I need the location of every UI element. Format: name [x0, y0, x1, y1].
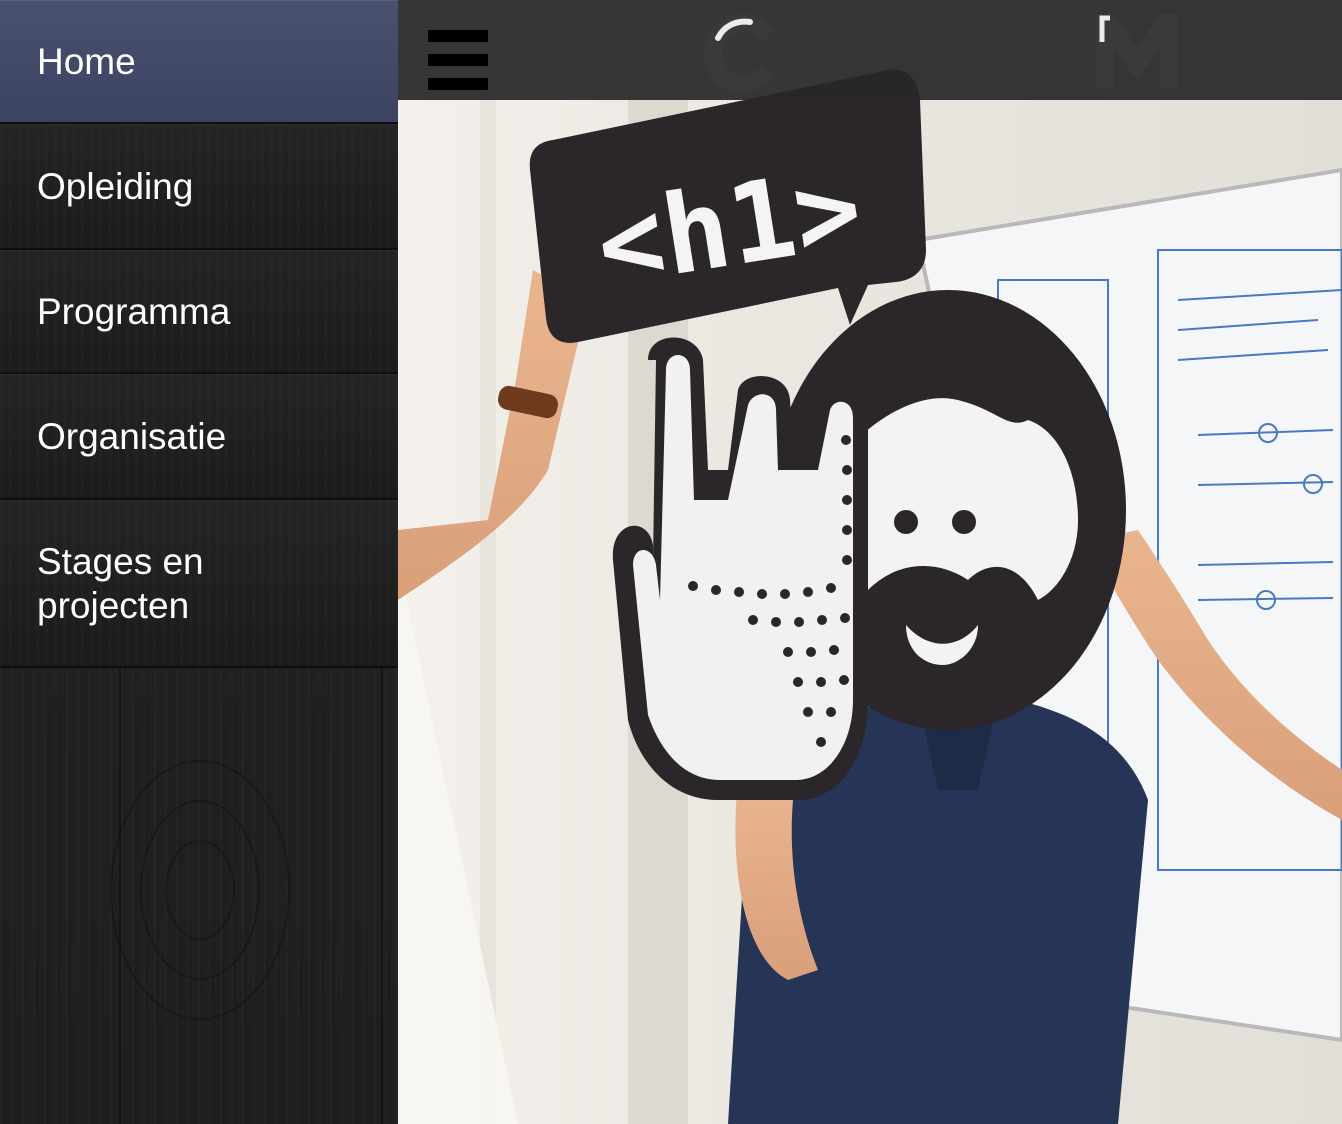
hero-photo: <h1> — [398, 0, 1342, 1124]
m-logo-icon[interactable] — [1092, 8, 1182, 98]
hero-image: <h1> — [398, 0, 1342, 1124]
hamburger-icon[interactable] — [428, 30, 488, 90]
menu-item-home[interactable]: Home — [0, 0, 398, 124]
c-logo-icon[interactable] — [698, 8, 788, 98]
menu-item-label: Organisatie — [37, 415, 227, 457]
side-menu: Home Opleiding Programma Organisatie Sta… — [0, 0, 398, 1124]
menu-item-opleiding[interactable]: Opleiding — [0, 124, 398, 250]
wood-grain-knot — [165, 840, 235, 940]
menu-item-label: Opleiding — [37, 165, 194, 207]
header-bar — [398, 0, 1342, 100]
menu-item-label: Home — [37, 40, 136, 82]
menu-item-label: Programma — [37, 290, 231, 332]
menu-item-programma[interactable]: Programma — [0, 250, 398, 374]
menu-item-organisatie[interactable]: Organisatie — [0, 374, 398, 500]
menu-item-stages-en-projecten[interactable]: Stages en projecten — [0, 500, 398, 668]
menu-item-label: Stages en projecten — [37, 540, 204, 626]
